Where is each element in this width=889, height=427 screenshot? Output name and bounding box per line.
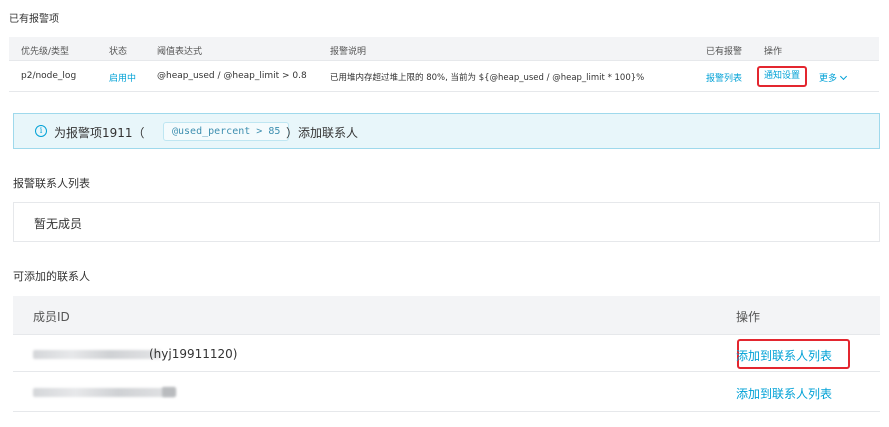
redacted-member-name: [33, 350, 161, 359]
info-text-before: 为报警项1911（: [54, 126, 145, 140]
alert-row: p2/node_log 启用中 @heap_used / @heap_limit…: [9, 61, 879, 92]
table-row: 添加到联系人列表: [13, 372, 880, 412]
empty-members-text: 暂无成员: [34, 217, 83, 231]
notify-settings-button[interactable]: 通知设置: [757, 66, 807, 87]
table-row: (hyj19911120) 添加到联系人列表: [13, 334, 880, 372]
col-alert-desc: 报警说明: [330, 47, 367, 57]
add-to-contacts-link[interactable]: 添加到联系人列表: [736, 385, 832, 402]
col-existing-alerts: 已有报警: [706, 47, 743, 57]
col-priority-type: 优先级/类型: [21, 47, 70, 57]
row-threshold-expr: @heap_used / @heap_limit > 0.8: [157, 71, 307, 81]
redacted-member-avatar: [162, 387, 176, 397]
col-threshold-expr: 阈值表达式: [157, 47, 203, 57]
alert-contacts-title: 报警联系人列表: [13, 177, 90, 190]
existing-alerts-table: 优先级/类型 状态 阈值表达式 报警说明 已有报警 操作 p2/node_log…: [9, 37, 879, 92]
alert-list-link[interactable]: 报警列表: [706, 71, 742, 84]
col-member-id: 成员ID: [33, 310, 70, 324]
col-status: 状态: [109, 47, 128, 57]
member-id-suffix: (hyj19911120): [149, 347, 238, 361]
more-menu[interactable]: 更多: [819, 71, 848, 84]
available-contacts-title: 可添加的联系人: [13, 270, 90, 283]
col-contact-actions: 操作: [736, 310, 761, 324]
chevron-down-icon: [839, 72, 848, 81]
status-badge: 启用中: [109, 74, 137, 84]
col-actions: 操作: [764, 47, 783, 57]
add-contact-info-bar: i 为报警项1911（ @used_percent > 85 ）添加联系人: [13, 113, 880, 149]
row-priority-type: p2/node_log: [21, 71, 77, 81]
alerts-table-header: 优先级/类型 状态 阈值表达式 报警说明 已有报警 操作: [9, 37, 879, 61]
more-menu-label: 更多: [819, 74, 838, 84]
info-circle-icon: i: [35, 125, 47, 137]
alert-expression-chip: @used_percent > 85: [163, 122, 290, 141]
redacted-member-name: [33, 388, 175, 397]
row-alert-desc: 已用堆内存超过堆上限的 80%, 当前为 ${@heap_used / @hea…: [330, 73, 645, 83]
add-to-contacts-link[interactable]: 添加到联系人列表: [736, 347, 832, 364]
info-text-after: ）添加联系人: [286, 126, 359, 140]
contacts-table-header: 成员ID 操作: [13, 296, 880, 334]
alert-contacts-box: 暂无成员: [13, 202, 880, 242]
existing-alerts-title: 已有报警项: [9, 14, 59, 25]
